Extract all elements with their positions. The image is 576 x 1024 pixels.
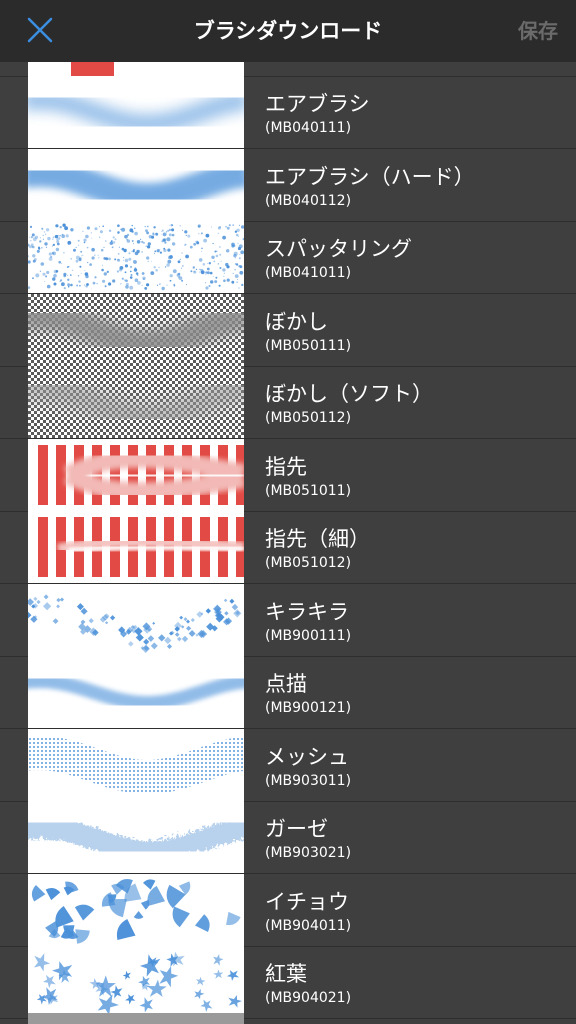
list-item[interactable]: 指先（細） (MB051012) xyxy=(0,511,576,584)
brush-name: 紅葉 xyxy=(265,962,307,986)
brush-preview xyxy=(28,511,244,583)
brush-preview xyxy=(28,1013,244,1024)
list-item[interactable]: 指先 (MB051011) xyxy=(0,438,576,512)
list-item[interactable]: エアブラシ（ハード） (MB040112) xyxy=(0,148,576,222)
brush-name: イチョウ xyxy=(265,889,349,914)
list-item[interactable]: 紅葉 (MB904021) xyxy=(0,946,576,1019)
brush-code: (MB904021) xyxy=(265,990,352,1006)
brush-preview xyxy=(28,946,244,1018)
brush-code: (MB050112) xyxy=(265,410,352,426)
brush-name: スパッタリング xyxy=(265,237,412,261)
brush-name: キラキラ xyxy=(265,599,349,624)
brush-code: (MB903021) xyxy=(265,845,352,861)
list-item[interactable]: エアブラシ (MB040111) xyxy=(0,76,576,149)
brush-preview xyxy=(28,293,244,366)
brush-code: (MB050111) xyxy=(265,337,352,354)
brush-preview xyxy=(28,62,244,76)
brush-code: (MB040112) xyxy=(265,192,352,209)
brush-preview xyxy=(28,366,244,438)
list-item[interactable]: キラキラ (MB900111) xyxy=(0,583,576,657)
brush-code: (MB041011) xyxy=(265,265,352,281)
list-item-partial[interactable] xyxy=(0,62,576,77)
brush-preview xyxy=(28,438,244,511)
brush-name: エアブラシ（ハード） xyxy=(265,164,475,189)
nav-bar: ブラシダウンロード 保存 xyxy=(0,0,576,62)
brush-name: 指先（細） xyxy=(265,527,370,551)
brush-code: (MB051011) xyxy=(265,482,352,499)
brush-name: メッシュ xyxy=(265,744,349,769)
brush-list[interactable]: エアブラシ (MB040111) エアブラシ（ハード） (MB040112) スパッタリ… xyxy=(0,62,576,1024)
list-item-partial-bottom[interactable] xyxy=(0,1013,576,1024)
list-item[interactable]: 点描 (MB900121) xyxy=(0,656,576,729)
brush-code: (MB903011) xyxy=(265,772,352,789)
list-item[interactable]: ガーゼ (MB903021) xyxy=(0,801,576,874)
page-title: ブラシダウンロード xyxy=(193,19,383,43)
brush-code: (MB900121) xyxy=(265,700,352,716)
brush-preview xyxy=(28,76,244,148)
brush-name: ぼかし（ソフト） xyxy=(265,382,433,406)
brush-code: (MB040111) xyxy=(265,120,352,136)
brush-preview xyxy=(28,728,244,801)
brush-preview xyxy=(28,583,244,656)
list-item[interactable]: スパッタリング (MB041011) xyxy=(0,221,576,294)
brush-preview xyxy=(28,801,244,873)
brush-code: (MB904011) xyxy=(265,917,352,934)
save-button[interactable]: 保存 xyxy=(518,0,558,62)
list-item[interactable]: メッシュ (MB903011) xyxy=(0,728,576,802)
list-item[interactable]: ぼかし (MB050111) xyxy=(0,293,576,367)
brush-name: ガーゼ xyxy=(265,817,328,841)
list-item[interactable]: ぼかし（ソフト） (MB050112) xyxy=(0,366,576,439)
brush-code: (MB051012) xyxy=(265,555,352,571)
brush-code: (MB900111) xyxy=(265,627,352,644)
brush-name: ぼかし xyxy=(265,309,328,334)
list-item[interactable]: イチョウ (MB904011) xyxy=(0,873,576,947)
brush-preview xyxy=(28,873,244,946)
brush-preview xyxy=(28,656,244,728)
brush-preview xyxy=(28,148,244,221)
brush-name: 指先 xyxy=(265,454,307,479)
brush-preview xyxy=(28,221,244,293)
brush-name: 点描 xyxy=(265,672,307,696)
preview-mark xyxy=(71,62,114,76)
brush-name: エアブラシ xyxy=(265,92,370,116)
